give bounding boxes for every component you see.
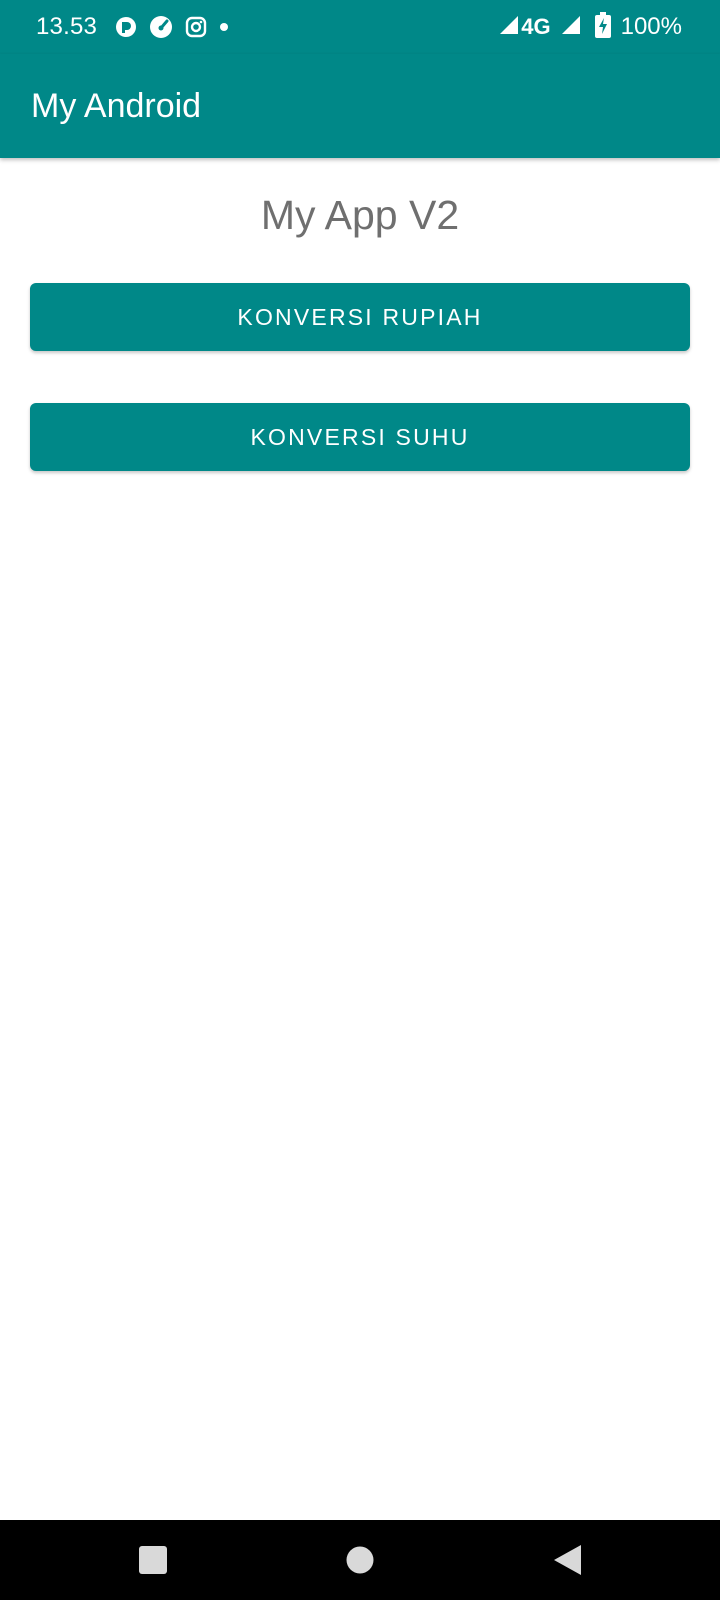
navigation-bar: [0, 1520, 720, 1600]
signal-icon: [499, 15, 519, 40]
back-button[interactable]: [545, 1538, 589, 1582]
signal-icon: [561, 15, 581, 40]
back-icon: [554, 1545, 581, 1575]
konversi-suhu-button[interactable]: KONVERSI SUHU: [30, 403, 690, 471]
status-system-icons: 4G 100%: [499, 11, 682, 43]
app-bar: My Android: [0, 54, 720, 158]
network-type: 4G: [521, 14, 551, 39]
konversi-rupiah-button[interactable]: KONVERSI RUPIAH: [30, 283, 690, 351]
app-title: My Android: [31, 87, 202, 125]
recents-icon: [139, 1546, 167, 1574]
speedometer-icon: [149, 15, 173, 39]
status-notification-icons: [115, 13, 229, 41]
recents-button[interactable]: [131, 1538, 175, 1582]
battery-percent: 100%: [620, 13, 682, 40]
home-button[interactable]: [338, 1538, 382, 1582]
page-title: My App V2: [260, 192, 460, 238]
status-bar: 13.53 4G 100%: [0, 0, 720, 54]
status-time: 13.53: [36, 13, 98, 40]
more-notifications-dot-icon: [219, 22, 229, 32]
battery-charging-icon: [594, 11, 611, 43]
instagram-icon: [185, 16, 207, 38]
home-icon: [346, 1546, 374, 1574]
app-notification-icon: [115, 16, 137, 38]
